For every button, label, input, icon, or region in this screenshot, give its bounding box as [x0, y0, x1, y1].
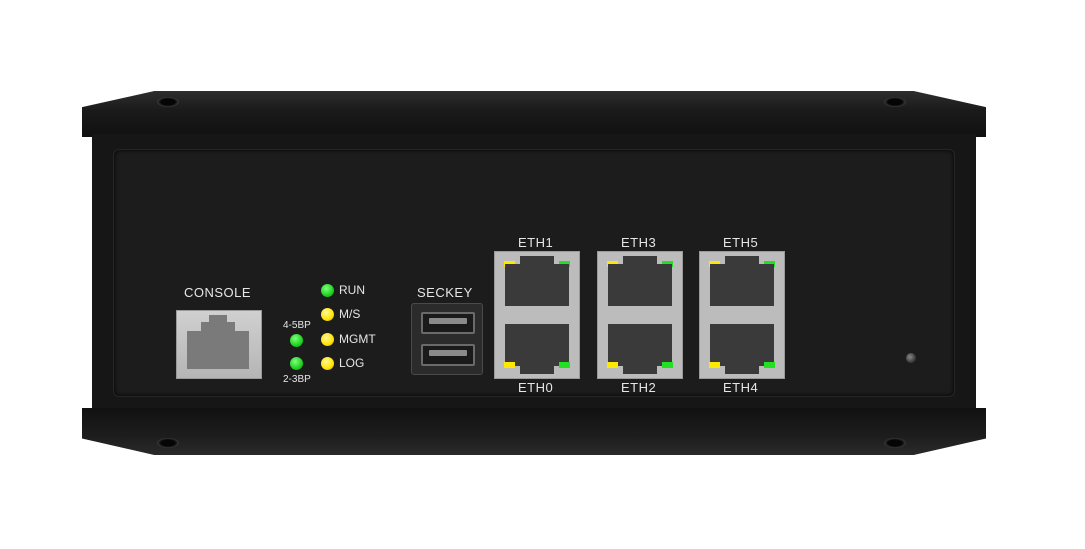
eth3-port[interactable] [608, 264, 672, 306]
status-led-ms [321, 308, 334, 321]
eth-block-2-3 [597, 251, 683, 379]
status-led-label-run: RUN [339, 283, 365, 297]
eth4-label: ETH4 [723, 380, 759, 395]
seckey-label: SECKEY [417, 285, 473, 300]
bottom-mounting-flange [82, 408, 986, 455]
mount-hole-bottom-right [884, 438, 906, 448]
mount-hole-bottom-left [157, 438, 179, 448]
status-led-label-mgmt: MGMT [339, 332, 376, 346]
mount-hole-top-left [157, 97, 179, 107]
bypass-led-label-2-3: 2-3BP [283, 374, 311, 385]
status-led-label-log: LOG [339, 356, 365, 370]
eth0-label: ETH0 [518, 380, 554, 395]
eth4-port[interactable] [710, 324, 774, 366]
eth2-label: ETH2 [621, 380, 657, 395]
console-port[interactable] [176, 310, 262, 379]
status-led-log [321, 357, 334, 370]
bypass-led-4-5 [290, 334, 303, 347]
eth3-label: ETH3 [621, 235, 657, 250]
eth0-port[interactable] [505, 324, 569, 366]
seckey-usb-port[interactable] [411, 303, 483, 375]
status-led-label-ms: M/S [339, 307, 361, 321]
eth1-label: ETH1 [518, 235, 554, 250]
bypass-led-label-4-5: 4-5BP [283, 320, 311, 331]
eth5-label: ETH5 [723, 235, 759, 250]
reset-pinhole[interactable] [906, 353, 916, 363]
eth-block-4-5 [699, 251, 785, 379]
status-led-run [321, 284, 334, 297]
top-mounting-flange [82, 91, 986, 137]
mount-hole-top-right [884, 97, 906, 107]
status-led-mgmt [321, 333, 334, 346]
bypass-led-2-3 [290, 357, 303, 370]
eth1-port[interactable] [505, 264, 569, 306]
eth-block-0-1 [494, 251, 580, 379]
eth2-port[interactable] [608, 324, 672, 366]
console-label: CONSOLE [184, 285, 252, 300]
eth5-port[interactable] [710, 264, 774, 306]
